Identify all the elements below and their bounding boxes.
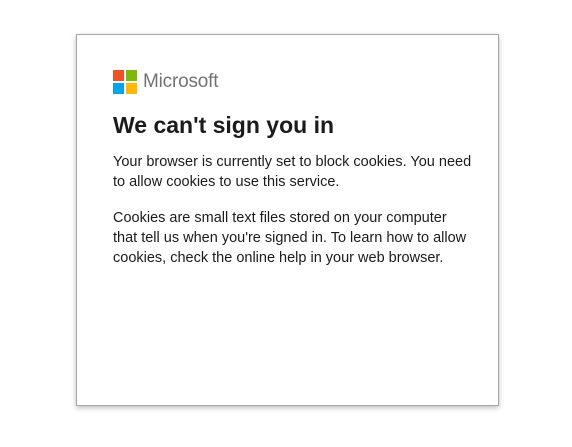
microsoft-logo-icon <box>113 70 137 94</box>
cookies-blocked-message: Your browser is currently set to block c… <box>113 154 472 190</box>
page-title: We can't sign you in <box>113 112 335 138</box>
microsoft-logo: Microsoft <box>113 70 218 94</box>
cookies-explanation-message: Cookies are small text files stored on y… <box>113 210 467 266</box>
sign-in-card: Microsoft We can't sign you in Your brow… <box>76 34 499 406</box>
logo-square-blue <box>113 83 124 94</box>
logo-square-green <box>126 70 137 81</box>
logo-square-red <box>113 70 124 81</box>
logo-wordmark: Microsoft <box>143 71 219 92</box>
logo-square-yellow <box>126 83 137 94</box>
